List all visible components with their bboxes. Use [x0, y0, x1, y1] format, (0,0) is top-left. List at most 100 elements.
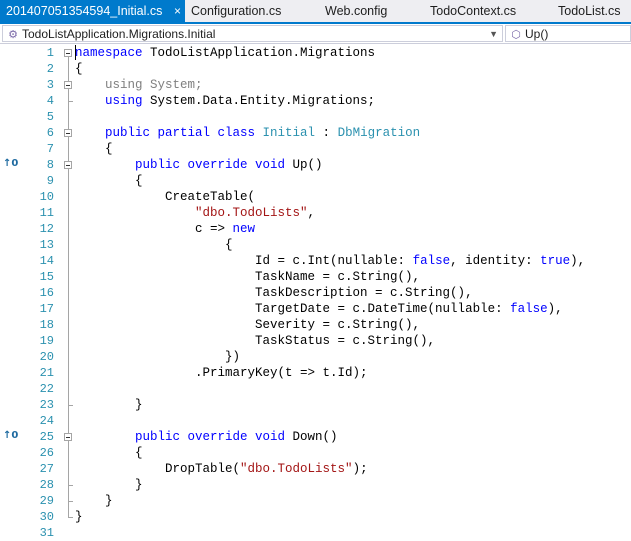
- collapse-toggle-icon[interactable]: [64, 161, 72, 169]
- outline-guide: [68, 441, 69, 485]
- code-text: {: [75, 62, 83, 76]
- code-line[interactable]: 29 }: [0, 493, 631, 509]
- line-number: 14: [39, 254, 54, 268]
- line-number: 21: [39, 366, 54, 380]
- member-dropdown[interactable]: ⬡ Up(): [505, 25, 631, 42]
- line-number: 25: [39, 430, 54, 444]
- tab-todolist-cs[interactable]: TodoList.cs: [552, 0, 631, 22]
- line-number: 6: [46, 126, 54, 140]
- line-number: 9: [46, 174, 54, 188]
- line-number: 3: [46, 78, 54, 92]
- outline-guide: [68, 89, 69, 101]
- code-text: TaskName = c.String(),: [75, 270, 421, 284]
- code-text: .PrimaryKey(t => t.Id);: [75, 366, 368, 380]
- tab-web-config[interactable]: Web.config: [319, 0, 424, 22]
- code-text: {: [75, 174, 143, 188]
- code-text: CreateTable(: [75, 190, 256, 204]
- text-caret: [75, 45, 76, 60]
- code-text: namespace TodoListApplication.Migrations: [75, 46, 376, 60]
- line-number: 28: [39, 478, 54, 492]
- line-number: 10: [39, 190, 54, 204]
- collapse-toggle-icon[interactable]: [64, 129, 72, 137]
- code-text: }: [75, 494, 113, 508]
- tab-initial-cs[interactable]: 201407051354594_Initial.cs ×: [0, 0, 185, 22]
- close-tab-icon[interactable]: ×: [174, 0, 181, 22]
- code-editor[interactable]: 1 namespace TodoListApplication.Migration…: [0, 44, 631, 540]
- code-line[interactable]: 28 }: [0, 477, 631, 493]
- line-number: 18: [39, 318, 54, 332]
- collapse-toggle-icon[interactable]: [64, 81, 72, 89]
- line-number: 12: [39, 222, 54, 236]
- code-line[interactable]: 3 using System;: [0, 77, 631, 93]
- code-line[interactable]: 11 "dbo.TodoLists",: [0, 205, 631, 221]
- code-text: }: [75, 510, 83, 524]
- override-glyph-icon[interactable]: ↑0: [3, 430, 18, 441]
- code-line[interactable]: 16 TaskDescription = c.String(),: [0, 285, 631, 301]
- type-dropdown-value: TodoListApplication.Migrations.Initial: [22, 27, 216, 41]
- line-number: 2: [46, 62, 54, 76]
- collapse-toggle-icon[interactable]: [64, 433, 72, 441]
- method-icon: ⬡: [511, 29, 521, 41]
- code-text: {: [75, 142, 113, 156]
- collapse-toggle-icon[interactable]: [64, 49, 72, 57]
- code-line[interactable]: 30}: [0, 509, 631, 525]
- tab-configuration-cs[interactable]: Configuration.cs: [185, 0, 319, 22]
- line-number: 11: [39, 206, 54, 220]
- code-line[interactable]: 19 TaskStatus = c.String(),: [0, 333, 631, 349]
- line-number: 15: [39, 270, 54, 284]
- code-line[interactable]: 26 {: [0, 445, 631, 461]
- code-line[interactable]: 20 }): [0, 349, 631, 365]
- code-line[interactable]: 23 }: [0, 397, 631, 413]
- override-glyph-icon[interactable]: ↑0: [3, 158, 18, 169]
- line-number: 13: [39, 238, 54, 252]
- code-text: public partial class Initial : DbMigrati…: [75, 126, 421, 140]
- code-line[interactable]: 2{: [0, 61, 631, 77]
- code-text: TaskStatus = c.String(),: [75, 334, 436, 348]
- code-text: c => new: [75, 222, 256, 236]
- code-text: TargetDate = c.DateTime(nullable: false)…: [75, 302, 563, 316]
- code-line[interactable]: 17 TargetDate = c.DateTime(nullable: fal…: [0, 301, 631, 317]
- line-number: 1: [46, 46, 54, 60]
- code-text: "dbo.TodoLists",: [75, 206, 316, 220]
- outline-end-marker: [68, 101, 73, 102]
- code-line[interactable]: 21 .PrimaryKey(t => t.Id);: [0, 365, 631, 381]
- line-number: 4: [46, 94, 54, 108]
- code-text: Severity = c.String(),: [75, 318, 421, 332]
- line-number: 26: [39, 446, 54, 460]
- tab-label: 201407051354594_Initial.cs: [6, 4, 163, 18]
- code-text: }: [75, 478, 143, 492]
- line-number: 19: [39, 334, 54, 348]
- code-text: public override void Down(): [75, 430, 338, 444]
- line-number: 17: [39, 302, 54, 316]
- code-line[interactable]: 5: [0, 109, 631, 125]
- code-line[interactable]: 1 namespace TodoListApplication.Migration…: [0, 45, 631, 61]
- code-line[interactable]: 13 {: [0, 237, 631, 253]
- code-line[interactable]: 27 DropTable("dbo.TodoLists");: [0, 461, 631, 477]
- code-line[interactable]: 7 {: [0, 141, 631, 157]
- code-line[interactable]: 15 TaskName = c.String(),: [0, 269, 631, 285]
- outline-end-marker: [68, 485, 73, 486]
- type-dropdown[interactable]: ⚙ TodoListApplication.Migrations.Initial …: [2, 25, 503, 42]
- code-line[interactable]: 24: [0, 413, 631, 429]
- navigation-bar: ⚙ TodoListApplication.Migrations.Initial …: [0, 24, 631, 44]
- code-line[interactable]: 22: [0, 381, 631, 397]
- code-text: TaskDescription = c.String(),: [75, 286, 473, 300]
- code-line[interactable]: 6 public partial class Initial : DbMigra…: [0, 125, 631, 141]
- tab-todocontext-cs[interactable]: TodoContext.cs: [424, 0, 552, 22]
- outline-end-marker: [68, 405, 73, 406]
- code-text: using System;: [75, 78, 203, 92]
- chevron-down-icon: ▼: [489, 29, 498, 39]
- code-line[interactable]: ↑0 25 public override void Down(): [0, 429, 631, 445]
- code-line[interactable]: 18 Severity = c.String(),: [0, 317, 631, 333]
- tab-label: TodoList.cs: [558, 4, 621, 18]
- code-text: Id = c.Int(nullable: false, identity: tr…: [75, 254, 586, 268]
- code-line[interactable]: 4 using System.Data.Entity.Migrations;: [0, 93, 631, 109]
- code-line[interactable]: 12 c => new: [0, 221, 631, 237]
- code-line[interactable]: ↑0 8 public override void Up(): [0, 157, 631, 173]
- line-number: 20: [39, 350, 54, 364]
- code-line[interactable]: 14 Id = c.Int(nullable: false, identity:…: [0, 253, 631, 269]
- line-number: 7: [46, 142, 54, 156]
- code-line[interactable]: 9 {: [0, 173, 631, 189]
- code-text: public override void Up(): [75, 158, 323, 172]
- code-line[interactable]: 10 CreateTable(: [0, 189, 631, 205]
